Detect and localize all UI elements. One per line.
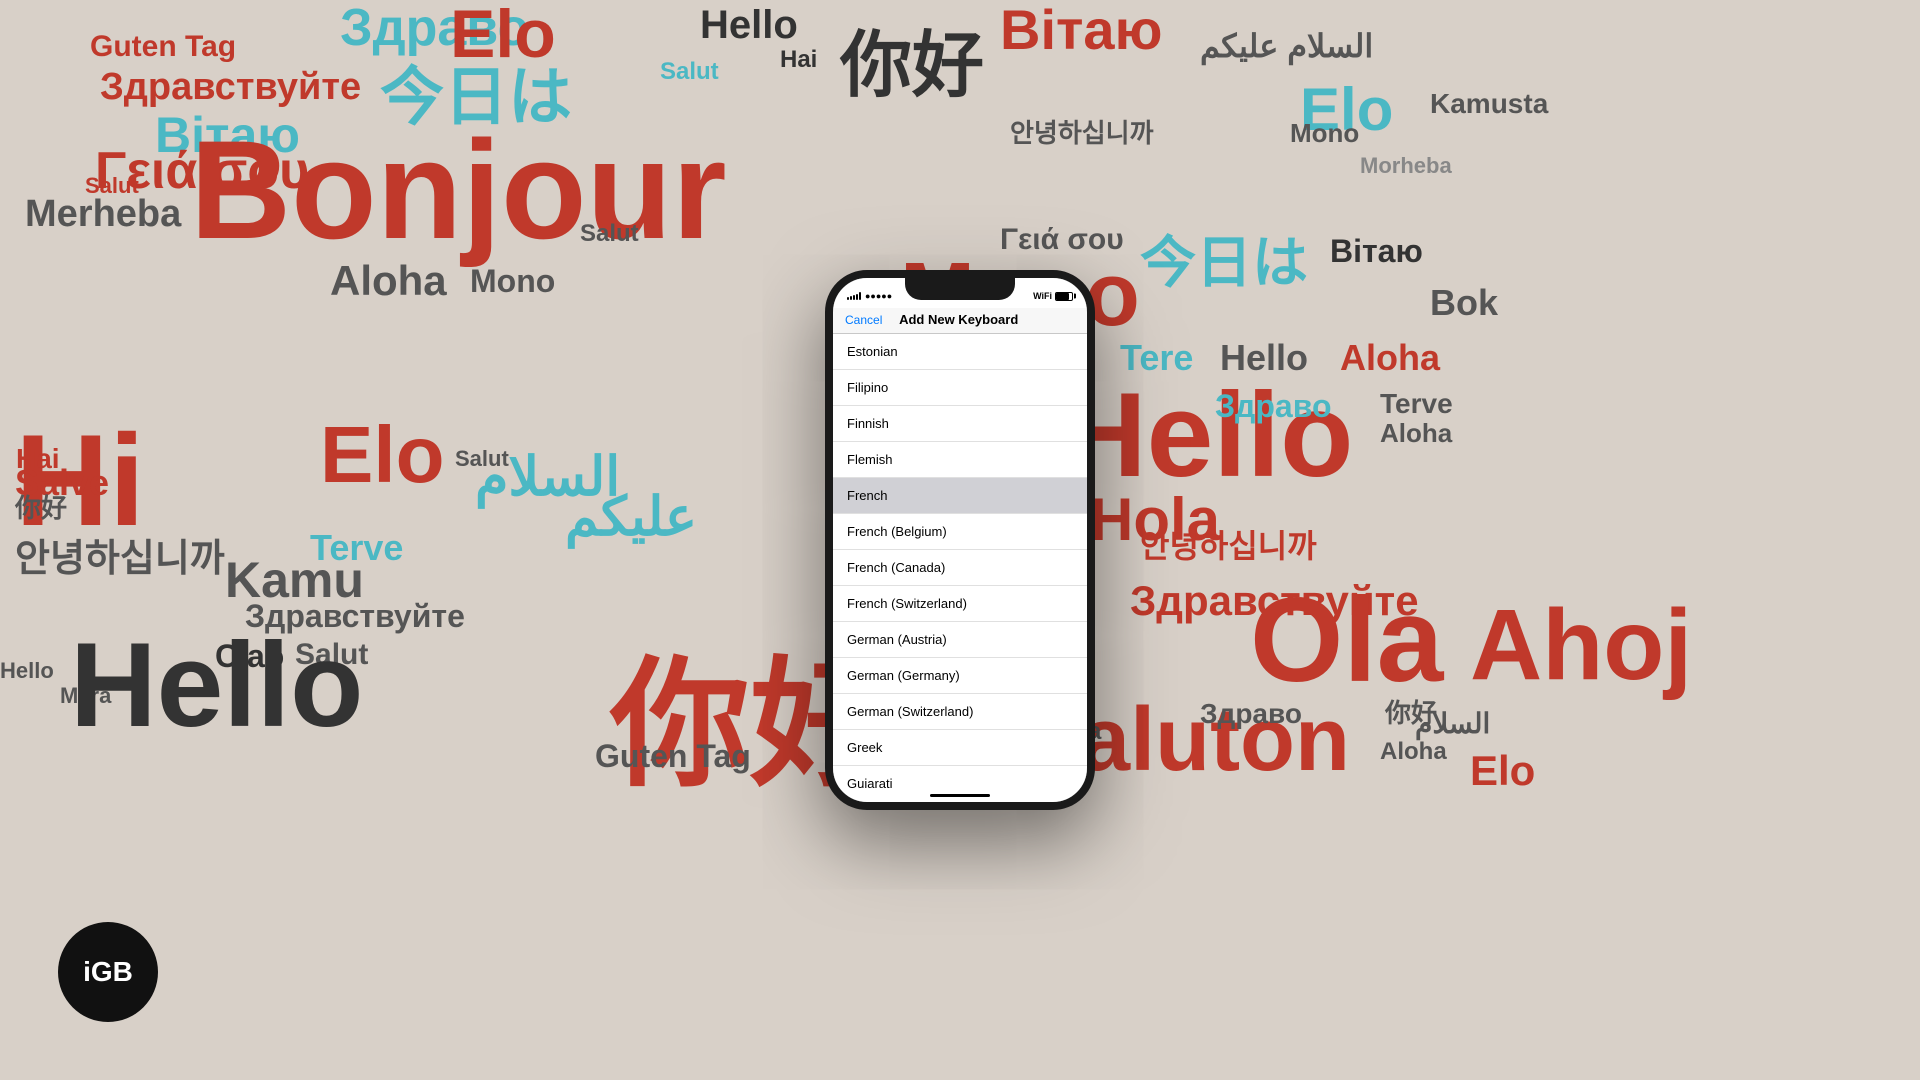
bg-word: Elo [450, 0, 556, 68]
bg-word: Здраво [1215, 390, 1332, 422]
signal-bar-5 [859, 292, 861, 300]
signal-bar-1 [847, 297, 849, 300]
home-indicator [833, 788, 1087, 802]
bg-word: Merheba [25, 195, 181, 233]
bg-word: Ahoj [1470, 595, 1692, 695]
bg-word: Mono [470, 265, 555, 297]
nav-bar: Cancel Add New Keyboard [833, 308, 1087, 334]
bg-word: Terve [1380, 390, 1453, 418]
keyboard-list-item-german-switzerland[interactable]: German (Switzerland) [833, 694, 1087, 730]
bg-word: Aloha [330, 260, 447, 302]
bg-word: Hai [780, 48, 817, 72]
battery-icon [1055, 292, 1073, 301]
bg-word: Hello [0, 660, 54, 682]
bg-word: Salut [580, 222, 639, 246]
keyboard-list-item-french[interactable]: French [833, 478, 1087, 514]
keyboard-list-item-estonian[interactable]: Estonian [833, 334, 1087, 370]
battery-fill [1056, 293, 1069, 300]
cancel-button[interactable]: Cancel [845, 313, 882, 327]
bg-word: Salut [660, 60, 719, 84]
keyboard-list-item-filipino[interactable]: Filipino [833, 370, 1087, 406]
bg-word: Aloha [1340, 340, 1440, 376]
bg-word: Morheba [1360, 155, 1452, 177]
bg-word: 안녕하십니까 [15, 540, 225, 578]
bg-word: Guten Tag [90, 32, 236, 62]
keyboard-list[interactable]: EstonianFilipinoFinnishFlemishFrenchFren… [833, 334, 1087, 788]
phone-frame: ●●●●● 9:41 WiFi Cancel Add New Keyboard … [825, 270, 1095, 810]
keyboard-list-item-finnish[interactable]: Finnish [833, 406, 1087, 442]
signal-bar-4 [856, 294, 858, 300]
bg-word: 안녕하십니까 [1140, 530, 1317, 562]
keyboard-list-item-german-germany[interactable]: German (Germany) [833, 658, 1087, 694]
bg-word: Aloha [1380, 740, 1447, 764]
igb-text: iGB [83, 956, 133, 988]
bg-word: 你好 [840, 30, 984, 102]
keyboard-list-item-french-switzerland[interactable]: French (Switzerland) [833, 586, 1087, 622]
signal-bar-2 [850, 296, 852, 300]
bg-word: Здраво [1200, 700, 1302, 728]
keyboard-list-item-french-belgium[interactable]: French (Belgium) [833, 514, 1087, 550]
bg-word: Kamusta [1430, 90, 1548, 118]
keyboard-list-item-greek[interactable]: Greek [833, 730, 1087, 766]
keyboard-list-item-french-canada[interactable]: French (Canada) [833, 550, 1087, 586]
igb-logo: iGB [58, 922, 158, 1022]
bg-word: Mono [1290, 120, 1359, 146]
keyboard-list-item-gujarati[interactable]: Gujarati [833, 766, 1087, 788]
home-bar [930, 794, 990, 797]
keyboard-list-item-flemish[interactable]: Flemish [833, 442, 1087, 478]
wifi-icon: WiFi [1033, 291, 1052, 301]
bg-word: Здравствуйте [100, 68, 361, 106]
bg-word: Elo [320, 415, 444, 495]
bg-word: Guten Tag [595, 740, 751, 772]
bg-word: 你好 [15, 495, 67, 521]
bg-word: Вітаю [1000, 2, 1162, 58]
bg-word: Hello [70, 625, 363, 745]
status-left: ●●●●● [847, 291, 892, 301]
bg-word: 今日は [1140, 235, 1308, 291]
carrier-icon: ●●●●● [865, 291, 892, 301]
keyboard-list-item-german-austria[interactable]: German (Austria) [833, 622, 1087, 658]
bg-word: السلام عليكم [1200, 30, 1373, 62]
bg-word: السلام [1415, 710, 1490, 738]
phone-wrapper: ●●●●● 9:41 WiFi Cancel Add New Keyboard … [825, 270, 1095, 810]
bg-word: Вітаю [1330, 235, 1423, 267]
phone-notch [905, 278, 1015, 300]
status-right: WiFi [1033, 291, 1073, 301]
bg-word: Hello [700, 5, 798, 45]
bg-word: عليكم [565, 490, 697, 544]
bg-word: Bok [1430, 285, 1498, 321]
nav-title: Add New Keyboard [882, 312, 1035, 327]
bg-word: Elo [1470, 750, 1535, 792]
bg-word: Bonjour [190, 120, 727, 260]
signal-bars [847, 292, 861, 300]
bg-word: 안녕하십니까 [1010, 120, 1154, 146]
bg-word: Ola [1250, 580, 1443, 700]
bg-word: Aloha [1380, 420, 1452, 446]
signal-bar-3 [853, 295, 855, 300]
